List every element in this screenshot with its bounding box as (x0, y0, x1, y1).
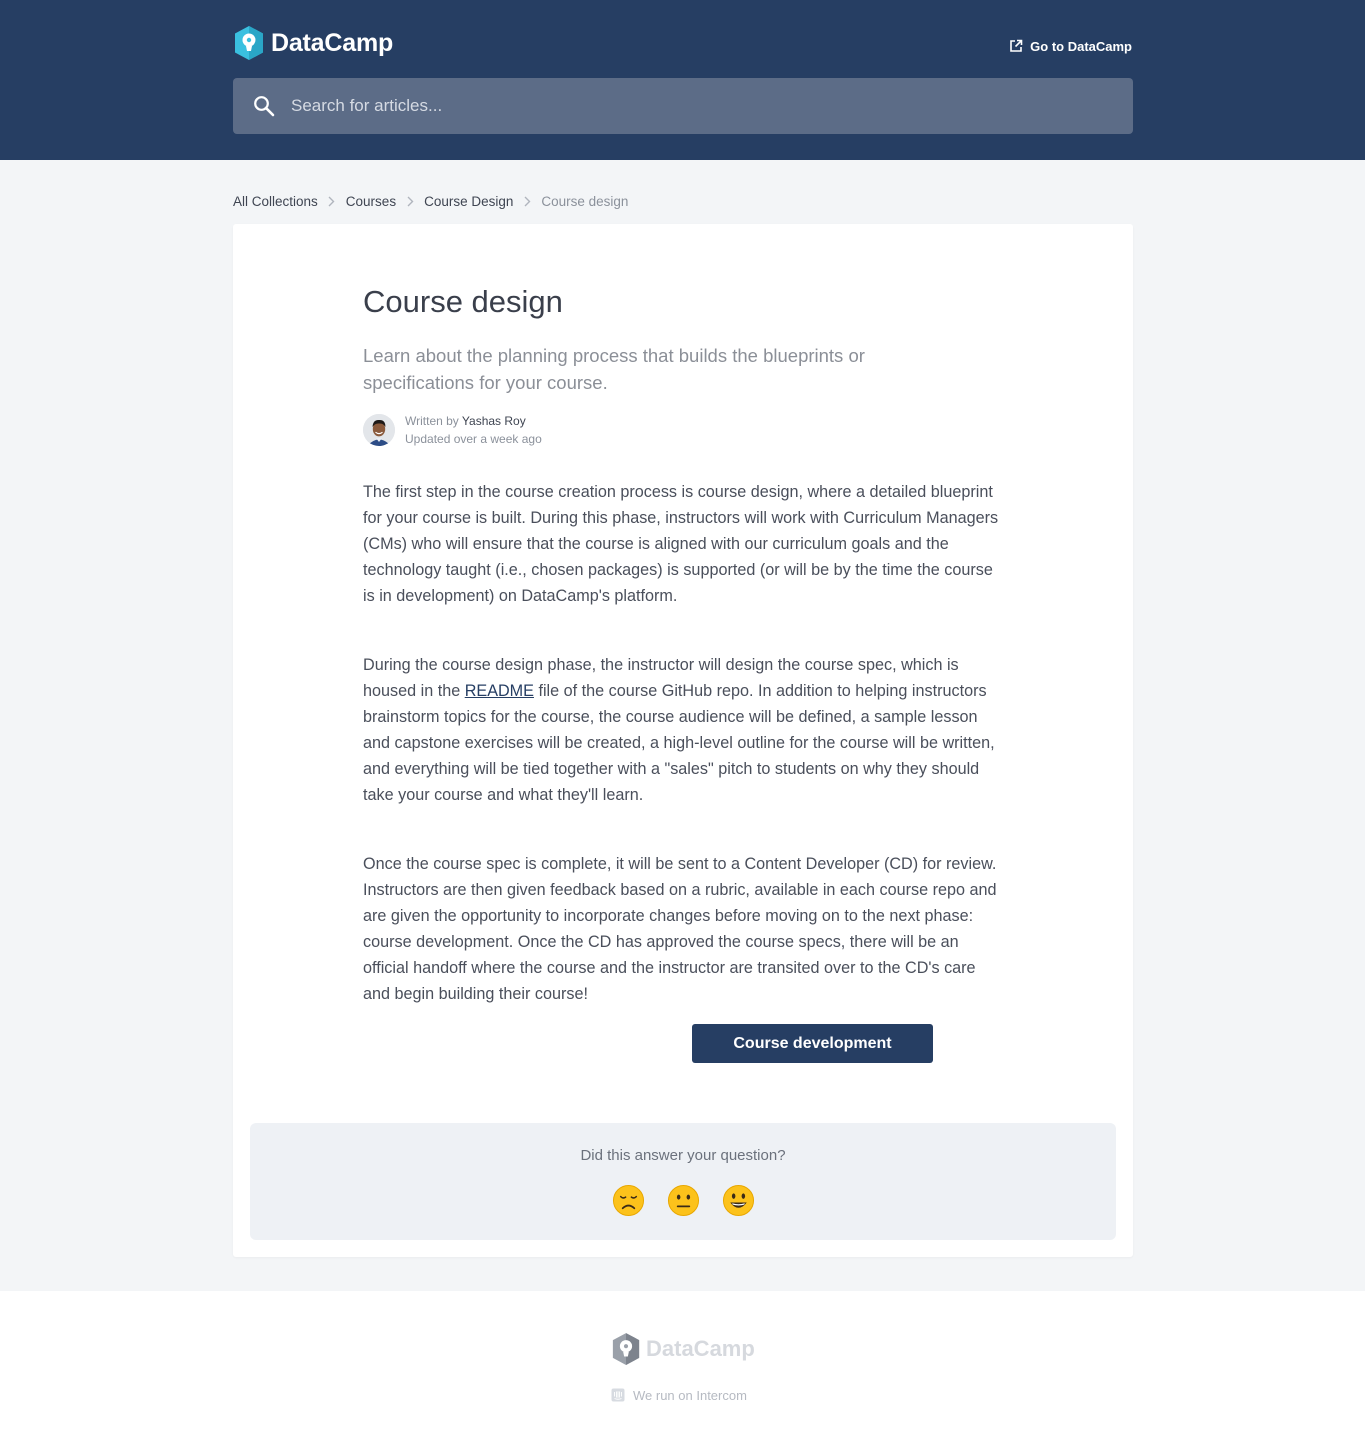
intercom-icon (611, 1388, 625, 1402)
datacamp-shield-icon (612, 1333, 640, 1365)
article-subtitle: Learn about the planning process that bu… (363, 345, 865, 393)
datacamp-shield-icon (235, 26, 263, 60)
datacamp-logo[interactable]: DataCamp (233, 25, 393, 61)
header: DataCamp Go to DataCamp (0, 0, 1365, 160)
smiley-face-icon[interactable] (722, 1184, 755, 1217)
updated-label: Updated over a week ago (405, 432, 542, 446)
feedback-box: Did this answer your question? (250, 1123, 1116, 1240)
search-input[interactable] (291, 78, 1111, 134)
chevron-right-icon (396, 196, 424, 207)
footer: DataCamp We run on Intercom (0, 1291, 1365, 1446)
breadcrumb-current: Course design (541, 193, 629, 209)
intercom-link[interactable]: We run on Intercom (611, 1386, 747, 1404)
breadcrumb-all-collections[interactable]: All Collections (233, 194, 318, 209)
author-info: Written by Yashas Roy Updated over a wee… (363, 412, 542, 448)
chevron-right-icon (513, 196, 541, 207)
readme-link[interactable]: README (465, 682, 534, 700)
go-to-datacamp-link[interactable]: Go to DataCamp (1009, 36, 1132, 56)
paragraph: Once the course spec is complete, it wil… (363, 855, 997, 1003)
breadcrumb: All Collections Courses Course Design Co… (233, 191, 628, 211)
search-bar[interactable] (233, 78, 1133, 134)
avatar (363, 414, 395, 446)
course-development-button[interactable]: Course development (692, 1024, 933, 1063)
brand-name: DataCamp (271, 28, 394, 57)
search-icon (254, 96, 275, 117)
feedback-question: Did this answer your question? (580, 1147, 786, 1164)
footer-logo[interactable]: DataCamp (611, 1332, 755, 1366)
external-link-icon (1010, 39, 1023, 52)
intercom-label: We run on Intercom (633, 1387, 747, 1403)
footer-brand-name: DataCamp (646, 1336, 755, 1361)
author-name: Yashas Roy (461, 414, 526, 428)
article-title: Course design (363, 284, 563, 319)
reaction-group (250, 1184, 1116, 1217)
paragraph-text: file of the course GitHub repo. In addit… (363, 682, 995, 804)
breadcrumb-courses[interactable]: Courses (346, 194, 396, 209)
chevron-right-icon (318, 196, 346, 207)
neutral-face-icon[interactable] (667, 1184, 700, 1217)
go-to-datacamp-label: Go to DataCamp (1030, 38, 1132, 54)
disappointed-face-icon[interactable] (612, 1184, 645, 1217)
written-by-label: Written by (405, 414, 459, 428)
breadcrumb-course-design-collection[interactable]: Course Design (424, 194, 513, 209)
paragraph: The first step in the course creation pr… (363, 483, 999, 605)
paragraph: During the course design phase, the inst… (363, 652, 1003, 808)
author-meta: Written by Yashas Roy Updated over a wee… (405, 412, 542, 448)
article-card: Course design Learn about the planning p… (233, 224, 1133, 1257)
